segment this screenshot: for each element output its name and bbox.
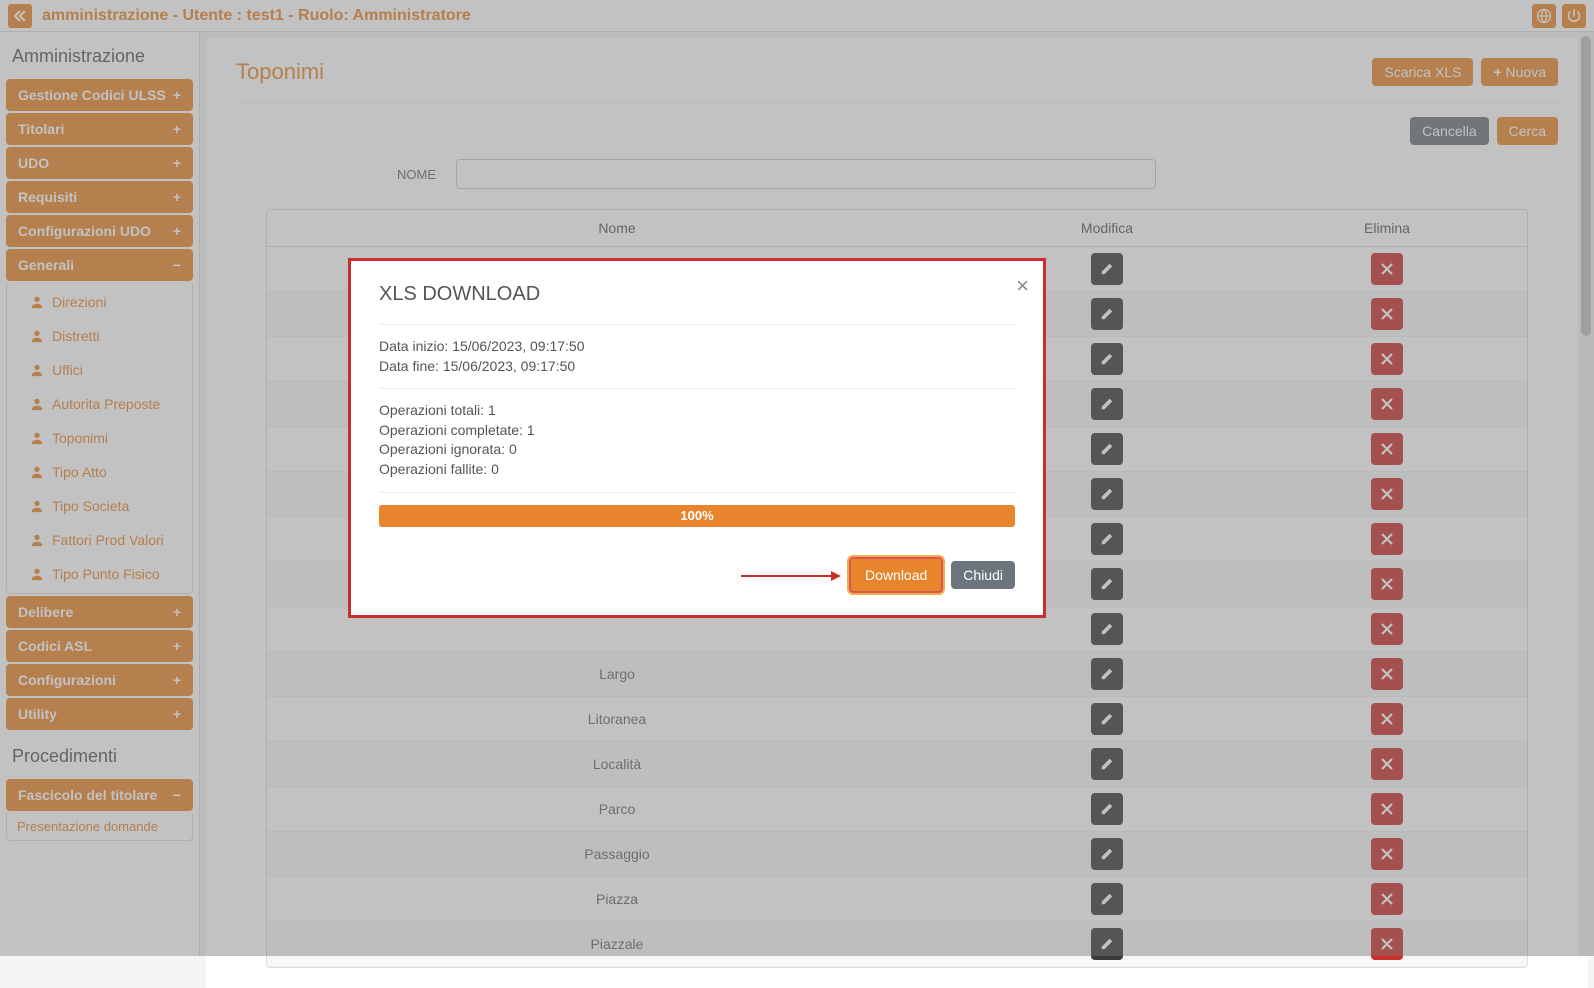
modal-op-fallite: Operazioni fallite: 0	[379, 460, 1015, 480]
modal-data-inizio: Data inizio: 15/06/2023, 09:17:50	[379, 337, 1015, 357]
modal-close-button[interactable]: ×	[1016, 273, 1029, 299]
modal-op-ignorata: Operazioni ignorata: 0	[379, 440, 1015, 460]
arrow-annotation	[741, 567, 841, 583]
modal-data-fine: Data fine: 15/06/2023, 09:17:50	[379, 357, 1015, 377]
chiudi-button[interactable]: Chiudi	[951, 561, 1015, 589]
xls-download-modal: × XLS DOWNLOAD Data inizio: 15/06/2023, …	[348, 258, 1046, 618]
download-button[interactable]: Download	[849, 557, 943, 593]
progress-bar: 100%	[379, 505, 1015, 527]
modal-op-totali: Operazioni totali: 1	[379, 401, 1015, 421]
modal-op-completate: Operazioni completate: 1	[379, 421, 1015, 441]
modal-title: XLS DOWNLOAD	[379, 283, 1015, 306]
